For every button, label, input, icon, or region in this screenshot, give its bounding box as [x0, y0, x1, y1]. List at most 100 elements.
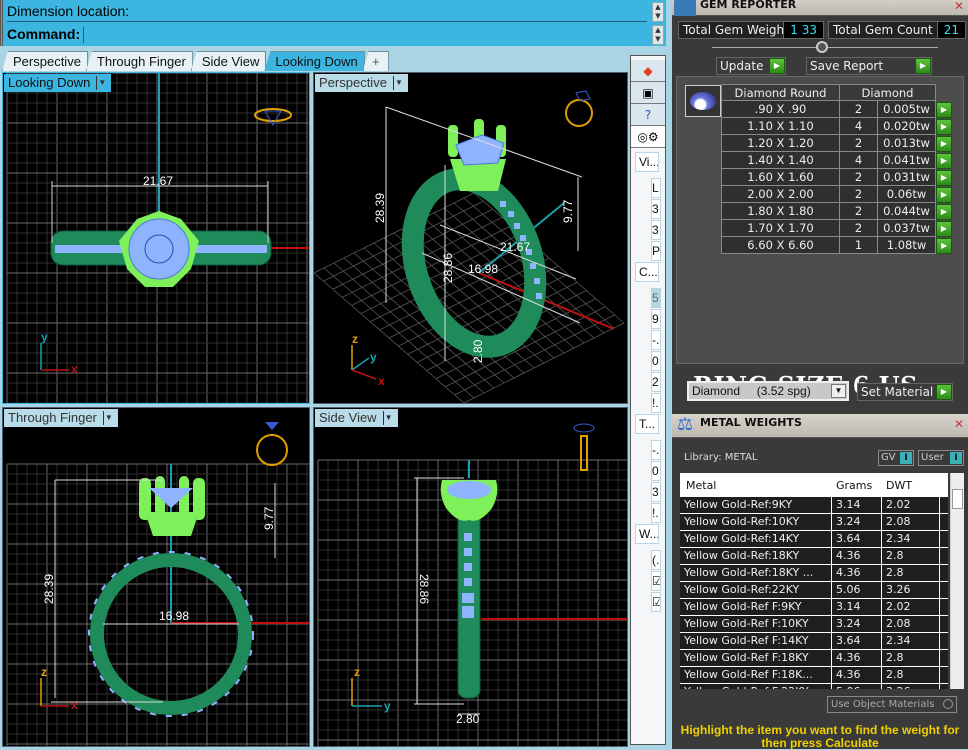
column-metal[interactable]: Metal: [686, 479, 716, 492]
select-gem-button[interactable]: ▶: [936, 118, 953, 135]
select-gem-button[interactable]: ▶: [936, 169, 953, 186]
property-value[interactable]: ☑: [651, 571, 661, 591]
select-gem-button[interactable]: ▶: [936, 203, 953, 220]
property-value[interactable]: (.: [651, 550, 661, 570]
property-value[interactable]: P: [651, 241, 661, 261]
select-gem-button[interactable]: ▶: [936, 101, 953, 118]
command-scroll-button[interactable]: ▲ ▼: [652, 25, 664, 45]
metal-table-scrollbar[interactable]: [950, 473, 964, 689]
save-report-button[interactable]: Save Report ▶: [806, 57, 932, 75]
gem-weight: 0.013tw: [877, 134, 936, 152]
help-icon[interactable]: ?: [631, 104, 665, 126]
chevron-down-icon[interactable]: ▼: [96, 76, 107, 90]
metal-row[interactable]: Yellow Gold-Ref:22KY 5.06 3.26: [680, 582, 948, 599]
gizmo-z-label: z: [41, 665, 47, 679]
tab-looking-down[interactable]: Looking Down: [264, 51, 365, 71]
property-value[interactable]: -.: [651, 440, 661, 460]
column-grams[interactable]: Grams: [836, 479, 872, 492]
property-value[interactable]: !.: [651, 393, 661, 413]
select-gem-button[interactable]: ▶: [936, 152, 953, 169]
slider-handle[interactable]: [816, 41, 828, 53]
viewport-side-view[interactable]: 28.86 2.80 z y Side View ▼: [313, 407, 628, 747]
palette-icon[interactable]: ◆: [631, 60, 665, 82]
select-gem-button[interactable]: ▶: [936, 186, 953, 203]
property-value[interactable]: 0: [651, 351, 661, 371]
select-gem-button[interactable]: ▶: [936, 237, 953, 254]
gem-row[interactable]: 1.40 X 1.40 4 0.041tw ▶: [721, 151, 953, 169]
property-value[interactable]: 3: [651, 482, 661, 502]
property-value[interactable]: 3: [651, 199, 661, 219]
metal-row[interactable]: Yellow Gold-Ref F:14KY 3.64 2.34: [680, 633, 948, 650]
property-group-header[interactable]: T...: [635, 414, 659, 434]
property-group-header[interactable]: Vi...: [635, 152, 659, 172]
display-icon[interactable]: ▣: [631, 82, 665, 104]
viewport-label-perspective[interactable]: Perspective ▼: [315, 74, 408, 92]
command-line[interactable]: Command:: [7, 23, 647, 45]
tab-perspective[interactable]: Perspective: [2, 51, 88, 71]
metal-grams: 5.06: [832, 684, 882, 689]
gem-row[interactable]: 1.70 X 1.70 2 0.037tw ▶: [721, 219, 953, 237]
metal-row[interactable]: Yellow Gold-Ref:9KY 3.14 2.02: [680, 497, 948, 514]
tab-side-view[interactable]: Side View: [190, 51, 267, 71]
metal-row[interactable]: Yellow Gold-Ref F:22KY5.063.26: [680, 684, 948, 689]
property-value[interactable]: 3: [651, 220, 661, 240]
chevron-down-icon[interactable]: ▼: [102, 411, 114, 425]
property-group-header[interactable]: C...: [635, 262, 659, 282]
gem-row[interactable]: 1.10 X 1.10 4 0.020tw ▶: [721, 117, 953, 135]
add-tab-button[interactable]: +: [362, 51, 389, 71]
metal-row[interactable]: Yellow Gold-Ref:10KY 3.24 2.08: [680, 514, 948, 531]
property-value[interactable]: 2: [651, 372, 661, 392]
scrollbar-thumb[interactable]: [952, 489, 963, 509]
viewport-perspective[interactable]: 28.39 9.77 21.67 16.98 28.86 2.80 z y x …: [313, 72, 628, 404]
color-wheel-icon[interactable]: ◎⚙: [631, 126, 665, 148]
metal-row[interactable]: Yellow Gold-Ref F:10KY 3.24 2.08: [680, 616, 948, 633]
update-button[interactable]: Update ▶: [716, 57, 786, 75]
property-value[interactable]: L: [651, 178, 661, 198]
property-value[interactable]: ☑: [651, 592, 661, 612]
property-value[interactable]: 0: [651, 461, 661, 481]
user-toggle[interactable]: User I: [918, 450, 964, 466]
metal-row[interactable]: Yellow Gold-Ref F:18K... 4.36 2.8: [680, 667, 948, 684]
command-area: Dimension location: Command: ▲ ▼ ▲ ▼: [0, 0, 666, 46]
history-scroll-button[interactable]: ▲ ▼: [652, 2, 664, 22]
orientation-ring-icon: [565, 99, 593, 127]
select-gem-button[interactable]: ▶: [936, 135, 953, 152]
gem-row[interactable]: .90 X .90 2 0.005tw ▶: [721, 100, 953, 118]
gem-row[interactable]: 1.60 X 1.60 2 0.031tw ▶: [721, 168, 953, 186]
metal-row[interactable]: Yellow Gold-Ref:18KY ... 4.36 2.8: [680, 565, 948, 582]
viewport-looking-down[interactable]: 21.67 y x Looking Down ▼: [2, 72, 310, 404]
library-label: Library: METAL: [684, 452, 758, 463]
viewport-through-finger[interactable]: 28.39 9.77 16.98 z x Through Finger ▼: [2, 407, 310, 747]
chevron-down-icon[interactable]: ▼: [392, 76, 404, 90]
property-value[interactable]: 5: [651, 288, 661, 308]
property-value[interactable]: 9: [651, 309, 661, 329]
property-value[interactable]: -.: [651, 330, 661, 350]
viewport-label-through-finger[interactable]: Through Finger ▼: [4, 409, 118, 427]
metal-name: Yellow Gold-Ref F:18KY: [684, 650, 832, 666]
viewport-label-looking-down[interactable]: Looking Down ▼: [4, 74, 112, 92]
gem-row[interactable]: 2.00 X 2.00 2 0.06tw ▶: [721, 185, 953, 203]
set-material-button[interactable]: Set Material ▶: [857, 383, 953, 401]
metal-row[interactable]: Yellow Gold-Ref F:18KY 4.36 2.8: [680, 650, 948, 667]
property-group-header[interactable]: W...: [635, 524, 659, 544]
property-value[interactable]: !.: [651, 503, 661, 523]
tab-through-finger[interactable]: Through Finger: [85, 51, 193, 71]
gem-row[interactable]: 1.80 X 1.80 2 0.044tw ▶: [721, 202, 953, 220]
gem-row[interactable]: 6.60 X 6.60 1 1.08tw ▶: [721, 236, 953, 254]
column-dwt[interactable]: DWT: [886, 479, 912, 492]
chevron-down-icon[interactable]: ▼: [382, 411, 394, 425]
select-gem-button[interactable]: ▶: [936, 220, 953, 237]
metal-name: Yellow Gold-Ref:10KY: [684, 514, 832, 530]
gizmo-y-label: y: [370, 350, 377, 364]
metal-row[interactable]: Yellow Gold-Ref F:9KY 3.14 2.02: [680, 599, 948, 616]
metal-row[interactable]: Yellow Gold-Ref:18KY 4.36 2.8: [680, 548, 948, 565]
material-select[interactable]: Diamond (3.52 spg) ▼: [687, 381, 849, 401]
close-icon[interactable]: ✕: [952, 416, 966, 432]
gv-toggle[interactable]: GV I: [878, 450, 914, 466]
gem-row[interactable]: 1.20 X 1.20 2 0.013tw ▶: [721, 134, 953, 152]
metal-row[interactable]: Yellow Gold-Ref:14KY 3.64 2.34: [680, 531, 948, 548]
use-object-materials-option[interactable]: Use Object Materials: [827, 696, 957, 713]
gizmo-z-label: z: [354, 665, 360, 679]
close-icon[interactable]: ✕: [952, 0, 966, 14]
viewport-label-side-view[interactable]: Side View ▼: [315, 409, 398, 427]
